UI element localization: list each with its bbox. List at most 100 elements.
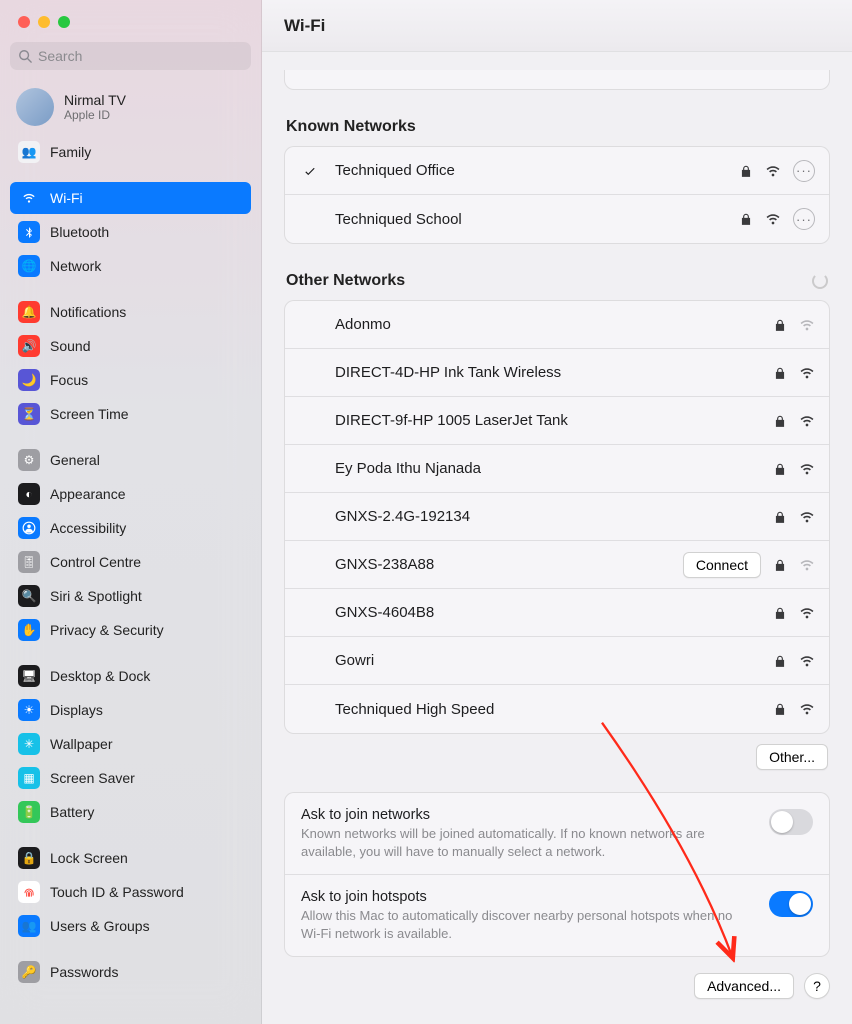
known-networks-title: Known Networks xyxy=(286,118,828,136)
ask-to-join-networks-row: Ask to join networks Known networks will… xyxy=(285,793,829,875)
network-name: GNXS-238A88 xyxy=(335,556,671,573)
other-network-row[interactable]: Adonmo xyxy=(285,301,829,349)
wifi-signal-icon xyxy=(799,605,815,621)
sidebar-item-label: Screen Time xyxy=(50,406,129,422)
minimize-window-button[interactable] xyxy=(38,16,50,28)
lock-icon xyxy=(773,558,787,572)
wifi-signal-icon xyxy=(799,557,815,573)
more-options-button[interactable]: ··· xyxy=(793,208,815,230)
battery-icon: 🔋 xyxy=(18,801,40,823)
more-options-button[interactable]: ··· xyxy=(793,160,815,182)
connect-button[interactable]: Connect xyxy=(683,552,761,578)
sidebar-item-control-centre[interactable]: 🎚Control Centre xyxy=(10,546,251,578)
setting-desc: Allow this Mac to automatically discover… xyxy=(301,907,755,942)
sidebar-item-users-groups[interactable]: 👥Users & Groups xyxy=(10,910,251,942)
wifi-settings-panel: Ask to join networks Known networks will… xyxy=(284,792,830,957)
close-window-button[interactable] xyxy=(18,16,30,28)
sidebar-item-passwords[interactable]: 🔑 Passwords xyxy=(10,956,251,988)
content: Known Networks Techniqued Office ··· Tec… xyxy=(262,52,852,1024)
network-name: Techniqued School xyxy=(335,211,727,228)
advanced-button[interactable]: Advanced... xyxy=(694,973,794,999)
sidebar-item-focus[interactable]: 🌙Focus xyxy=(10,364,251,396)
sidebar-item-desktop-dock[interactable]: 🖥 Desktop & Dock xyxy=(10,660,251,692)
sidebar-item-label: Lock Screen xyxy=(50,850,128,866)
other-network-button[interactable]: Other... xyxy=(756,744,828,770)
other-network-row[interactable]: GNXS-2.4G-192134 xyxy=(285,493,829,541)
ask-to-join-hotspots-toggle[interactable] xyxy=(769,891,813,917)
lock-icon xyxy=(773,318,787,332)
sidebar-item-general[interactable]: ⚙︎General xyxy=(10,444,251,476)
network-name: Techniqued Office xyxy=(335,162,727,179)
wifi-signal-icon xyxy=(765,211,781,227)
sidebar-item-bluetooth[interactable]: Bluetooth xyxy=(10,216,251,248)
network-name: Techniqued High Speed xyxy=(335,701,761,718)
users-groups-icon: 👥 xyxy=(18,915,40,937)
lock-icon xyxy=(773,366,787,380)
lock-icon xyxy=(739,212,753,226)
sidebar-item-sound[interactable]: 🔊Sound xyxy=(10,330,251,362)
network-name: GNXS-2.4G-192134 xyxy=(335,508,761,525)
sidebar-item-network[interactable]: 🌐Network xyxy=(10,250,251,282)
other-networks-panel: Adonmo DIRECT-4D-HP Ink Tank Wireless DI… xyxy=(284,300,830,734)
family-icon: 👥 xyxy=(18,141,40,163)
other-network-row[interactable]: DIRECT-4D-HP Ink Tank Wireless xyxy=(285,349,829,397)
sidebar-item-label: Battery xyxy=(50,804,94,820)
apple-id-profile[interactable]: Nirmal TV Apple ID xyxy=(10,82,251,136)
search-input[interactable]: Search xyxy=(10,42,251,70)
network-name: Ey Poda Ithu Njanada xyxy=(335,460,761,477)
sidebar-item-label: Focus xyxy=(50,372,88,388)
wifi-signal-icon xyxy=(799,365,815,381)
passwords-icon: 🔑 xyxy=(18,961,40,983)
sidebar-item-label: Passwords xyxy=(50,964,118,980)
sidebar-item-privacy-security[interactable]: ✋Privacy & Security xyxy=(10,614,251,646)
fullscreen-window-button[interactable] xyxy=(58,16,70,28)
sidebar-item-family[interactable]: 👥Family xyxy=(10,136,251,168)
sidebar-item-notifications[interactable]: 🔔Notifications xyxy=(10,296,251,328)
sidebar-item-siri-spotlight[interactable]: 🔍Siri & Spotlight xyxy=(10,580,251,612)
sidebar-item-label: Desktop & Dock xyxy=(50,668,150,684)
bluetooth-icon xyxy=(18,221,40,243)
loading-spinner-icon xyxy=(812,273,828,289)
sidebar-item-accessibility[interactable]: Accessibility xyxy=(10,512,251,544)
wifi-signal-icon xyxy=(799,701,815,717)
lock-icon xyxy=(773,510,787,524)
sidebar-item-battery[interactable]: 🔋 Battery xyxy=(10,796,251,828)
wifi-signal-icon xyxy=(765,163,781,179)
other-network-row[interactable]: Gowri xyxy=(285,637,829,685)
other-network-row[interactable]: DIRECT-9f-HP 1005 LaserJet Tank xyxy=(285,397,829,445)
sidebar-item-touch-id-password[interactable]: Touch ID & Password xyxy=(10,876,251,908)
search-placeholder: Search xyxy=(38,48,82,64)
known-networks-panel: Techniqued Office ··· Techniqued School … xyxy=(284,146,830,244)
sidebar: Search Nirmal TV Apple ID 👥Family Wi-Fi Bl… xyxy=(0,0,262,1024)
sidebar-item-screen-time[interactable]: ⏳Screen Time xyxy=(10,398,251,430)
avatar xyxy=(16,88,54,126)
sidebar-item-label: Screen Saver xyxy=(50,770,135,786)
network-name: Adonmo xyxy=(335,316,761,333)
displays-icon: ☀︎ xyxy=(18,699,40,721)
window-controls xyxy=(10,10,251,42)
sidebar-item-label: Bluetooth xyxy=(50,224,109,240)
sidebar-item-screen-saver[interactable]: ▦Screen Saver xyxy=(10,762,251,794)
ask-to-join-networks-toggle[interactable] xyxy=(769,809,813,835)
help-button[interactable]: ? xyxy=(804,973,830,999)
sidebar-item-displays[interactable]: ☀︎Displays xyxy=(10,694,251,726)
desktop-dock-icon: 🖥 xyxy=(18,665,40,687)
other-network-row[interactable]: GNXS-4604B8 xyxy=(285,589,829,637)
other-network-row[interactable]: Techniqued High Speed xyxy=(285,685,829,733)
sidebar-item-appearance[interactable]: ◐Appearance xyxy=(10,478,251,510)
connected-check-icon xyxy=(303,164,323,178)
sidebar-item-wi-fi[interactable]: Wi-Fi xyxy=(10,182,251,214)
wifi-main-toggle-panel xyxy=(284,70,830,90)
sidebar-item-wallpaper[interactable]: ✳︎Wallpaper xyxy=(10,728,251,760)
other-network-row[interactable]: Ey Poda Ithu Njanada xyxy=(285,445,829,493)
other-network-row[interactable]: GNXS-238A88 Connect xyxy=(285,541,829,589)
known-network-row[interactable]: Techniqued School ··· xyxy=(285,195,829,243)
sidebar-item-lock-screen[interactable]: 🔒Lock Screen xyxy=(10,842,251,874)
sidebar-item-label: Control Centre xyxy=(50,554,141,570)
network-name: DIRECT-4D-HP Ink Tank Wireless xyxy=(335,364,761,381)
known-network-row[interactable]: Techniqued Office ··· xyxy=(285,147,829,195)
lock-icon xyxy=(773,702,787,716)
other-networks-title: Other Networks xyxy=(286,272,828,290)
sidebar-item-label: Sound xyxy=(50,338,90,354)
lock-icon xyxy=(773,414,787,428)
